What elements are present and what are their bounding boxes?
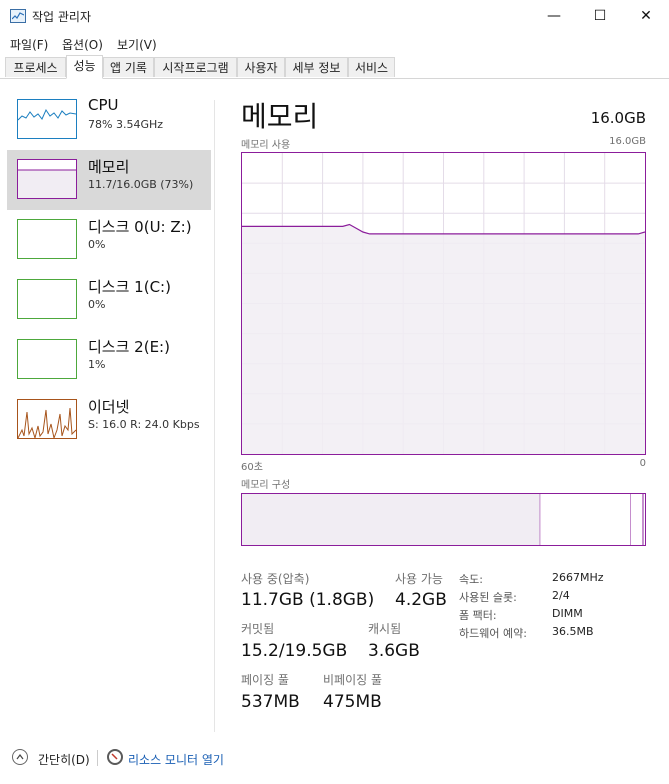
slots-label: 사용된 슬롯: xyxy=(459,591,517,604)
memory-usage-area xyxy=(242,224,645,454)
maximize-icon: ☐ xyxy=(593,8,607,24)
sidebar-item-cpu[interactable]: CPU 78% 3.54GHz xyxy=(7,90,211,150)
sidebar-item-subtitle: 78% 3.54GHz xyxy=(88,118,164,131)
sidebar-item-subtitle: 11.7/16.0GB (73%) xyxy=(88,178,194,191)
sidebar-divider xyxy=(214,100,215,732)
menu-file[interactable]: 파일(F) xyxy=(10,36,48,53)
tab-services[interactable]: 서비스 xyxy=(348,57,395,77)
in-use-label: 사용 중(압축) xyxy=(241,572,310,586)
menu-bar: 파일(F) 옵션(O) 보기(V) xyxy=(0,32,669,54)
tab-details[interactable]: 세부 정보 xyxy=(285,57,348,77)
tab-bar: 프로세스 성능 앱 기록 시작프로그램 사용자 세부 정보 서비스 xyxy=(0,55,669,79)
disk-thumbnail-graph xyxy=(17,219,77,259)
slots-value: 2/4 xyxy=(552,589,570,602)
sidebar-item-disk0[interactable]: 디스크 0(U: Z:) 0% xyxy=(7,210,211,270)
window-title: 작업 관리자 xyxy=(32,10,92,24)
collapse-chevron-icon[interactable] xyxy=(12,749,28,765)
page-title: 메모리 xyxy=(241,100,319,133)
memory-usage-graph xyxy=(241,152,646,455)
usage-graph-label: 메모리 사용 xyxy=(241,140,291,151)
tab-processes[interactable]: 프로세스 xyxy=(5,57,66,77)
menu-options[interactable]: 옵션(O) xyxy=(62,36,103,53)
form-factor-label: 폼 팩터: xyxy=(459,609,497,622)
hardware-reserved-label: 하드웨어 예약: xyxy=(459,627,527,640)
committed-label: 커밋됨 xyxy=(241,622,275,636)
tab-users[interactable]: 사용자 xyxy=(237,57,285,77)
disk-thumbnail-graph xyxy=(17,339,77,379)
graph-time-start: 60초 xyxy=(241,462,263,473)
available-value: 4.2GB xyxy=(395,590,447,610)
sidebar-item-disk1[interactable]: 디스크 1(C:) 0% xyxy=(7,270,211,330)
memory-composition-chart xyxy=(242,494,644,545)
memory-total: 16.0GB xyxy=(590,109,646,127)
sidebar-item-disk2[interactable]: 디스크 2(E:) 1% xyxy=(7,330,211,390)
sidebar-item-subtitle: S: 16.0 R: 24.0 Kbps xyxy=(88,418,200,431)
sidebar-item-title: 디스크 1(C:) xyxy=(88,278,171,296)
task-manager-icon xyxy=(10,9,26,23)
tab-startup[interactable]: 시작프로그램 xyxy=(154,57,237,77)
composition-modified xyxy=(540,494,631,545)
sidebar-item-subtitle: 1% xyxy=(88,358,106,371)
title-bar: 작업 관리자 — ☐ ✕ xyxy=(0,0,669,32)
minimize-icon: — xyxy=(547,8,561,24)
composition-standby xyxy=(630,494,643,545)
sidebar-item-title: 메모리 xyxy=(88,158,130,176)
usage-graph-max: 16.0GB xyxy=(609,136,646,147)
resource-monitor-icon xyxy=(107,749,123,765)
tab-performance[interactable]: 성능 xyxy=(66,55,103,79)
paged-pool-value: 537MB xyxy=(241,692,300,712)
sidebar-item-title: 디스크 2(E:) xyxy=(88,338,170,356)
memory-thumbnail-graph xyxy=(17,159,77,199)
minimize-button[interactable]: — xyxy=(531,0,577,32)
sidebar-item-title: CPU xyxy=(88,96,119,114)
cpu-thumbnail-graph xyxy=(17,99,77,139)
cached-value: 3.6GB xyxy=(368,641,420,661)
open-resource-monitor-link[interactable]: 리소스 모니터 열기 xyxy=(128,751,224,768)
memory-usage-chart xyxy=(242,153,646,454)
sidebar-item-ethernet[interactable]: 이더넷 S: 16.0 R: 24.0 Kbps xyxy=(7,390,211,450)
fewer-details-button[interactable]: 간단히(D) xyxy=(38,751,90,768)
composition-label: 메모리 구성 xyxy=(241,480,291,491)
composition-in-use xyxy=(242,494,541,545)
form-factor-value: DIMM xyxy=(552,607,583,620)
tab-app-history[interactable]: 앱 기록 xyxy=(103,57,154,77)
memory-composition-bar xyxy=(241,493,646,546)
close-button[interactable]: ✕ xyxy=(623,0,669,32)
sidebar-item-memory[interactable]: 메모리 11.7/16.0GB (73%) xyxy=(7,150,211,210)
close-icon: ✕ xyxy=(640,8,652,24)
graph-time-end: 0 xyxy=(639,458,646,469)
committed-value: 15.2/19.5GB xyxy=(241,641,348,661)
speed-value: 2667MHz xyxy=(552,571,604,584)
hardware-reserved-value: 36.5MB xyxy=(552,625,594,638)
paged-pool-label: 페이징 풀 xyxy=(241,673,289,687)
sidebar-item-subtitle: 0% xyxy=(88,298,106,311)
sidebar-item-subtitle: 0% xyxy=(88,238,106,251)
disk-thumbnail-graph xyxy=(17,279,77,319)
footer-divider xyxy=(97,750,98,766)
cached-label: 캐시됨 xyxy=(368,622,402,636)
ethernet-thumbnail-graph xyxy=(17,399,77,440)
available-label: 사용 가능 xyxy=(395,572,443,586)
in-use-value: 11.7GB (1.8GB) xyxy=(241,590,375,610)
footer-bar: 간단히(D) 리소스 모니터 열기 xyxy=(0,740,669,776)
nonpaged-pool-label: 비페이징 풀 xyxy=(323,673,383,687)
sidebar-item-title: 이더넷 xyxy=(88,398,130,416)
maximize-button[interactable]: ☐ xyxy=(577,0,623,32)
menu-view[interactable]: 보기(V) xyxy=(117,36,157,53)
speed-label: 속도: xyxy=(459,573,483,586)
sidebar-item-title: 디스크 0(U: Z:) xyxy=(88,218,192,236)
nonpaged-pool-value: 475MB xyxy=(323,692,382,712)
